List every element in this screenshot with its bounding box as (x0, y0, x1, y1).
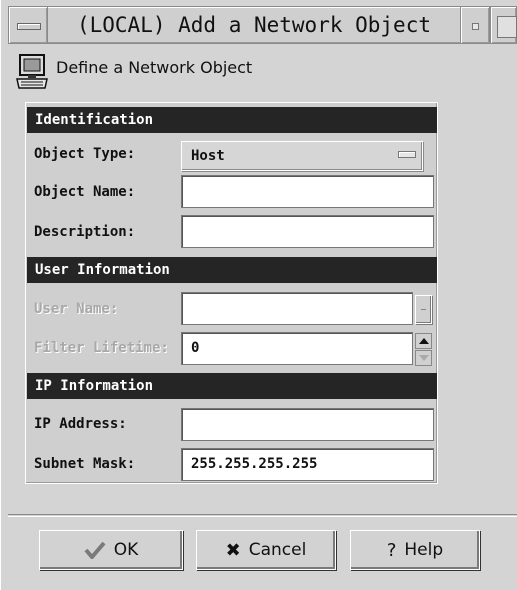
cancel-button[interactable]: ✖ Cancel (196, 530, 336, 570)
section-identification-header: Identification (27, 107, 437, 133)
object-type-select[interactable]: Host (181, 141, 423, 171)
subnet-mask-input[interactable]: 255.255.255.255 (181, 448, 434, 481)
ok-button[interactable]: OK (39, 530, 183, 570)
ok-button-label: OK (113, 540, 139, 560)
question-icon: ? (386, 539, 397, 561)
cancel-button-label: Cancel (248, 540, 307, 560)
maximize-button[interactable] (490, 6, 517, 44)
object-name-input[interactable] (181, 175, 434, 208)
maximize-icon (497, 16, 517, 38)
description-label: Description: (34, 224, 136, 240)
ip-address-label: IP Address: (34, 416, 127, 432)
arrow-down-icon (419, 355, 429, 361)
help-button-label: Help (404, 540, 444, 560)
filter-lifetime-input[interactable]: 0 (181, 332, 413, 365)
object-name-label: Object Name: (34, 184, 136, 200)
dash-icon (421, 309, 426, 310)
section-user-information-header: User Information (27, 257, 437, 283)
dropdown-indicator-icon (398, 151, 416, 158)
section-ip-information-header: IP Information (27, 373, 437, 399)
window-title: (LOCAL) Add a Network Object (76, 13, 431, 37)
user-name-browse-button[interactable] (415, 295, 432, 324)
arrow-up-icon (419, 338, 429, 344)
spin-down-button[interactable] (415, 350, 432, 366)
menu-bar-icon (17, 23, 41, 30)
button-bar-separator (8, 514, 517, 517)
spin-up-button[interactable] (415, 333, 432, 349)
help-button[interactable]: ? Help (350, 530, 480, 570)
object-type-value: Host (191, 148, 225, 164)
minimize-button[interactable] (460, 6, 490, 44)
filter-lifetime-spinner[interactable] (415, 333, 432, 366)
subnet-mask-label: Subnet Mask: (34, 456, 136, 472)
dialog-heading: Define a Network Object (56, 58, 253, 77)
computer-icon (16, 54, 48, 89)
user-name-label: User Name: (34, 301, 119, 317)
ip-address-input[interactable] (181, 408, 434, 441)
description-input[interactable] (181, 215, 434, 248)
window-menu-button[interactable] (8, 6, 48, 44)
object-type-label: Object Type: (34, 146, 136, 162)
checkmark-icon (84, 541, 106, 559)
minimize-icon (472, 23, 479, 30)
x-icon: ✖ (225, 539, 241, 561)
user-name-input[interactable] (181, 292, 413, 325)
filter-lifetime-label: Filter Lifetime: (34, 340, 169, 356)
